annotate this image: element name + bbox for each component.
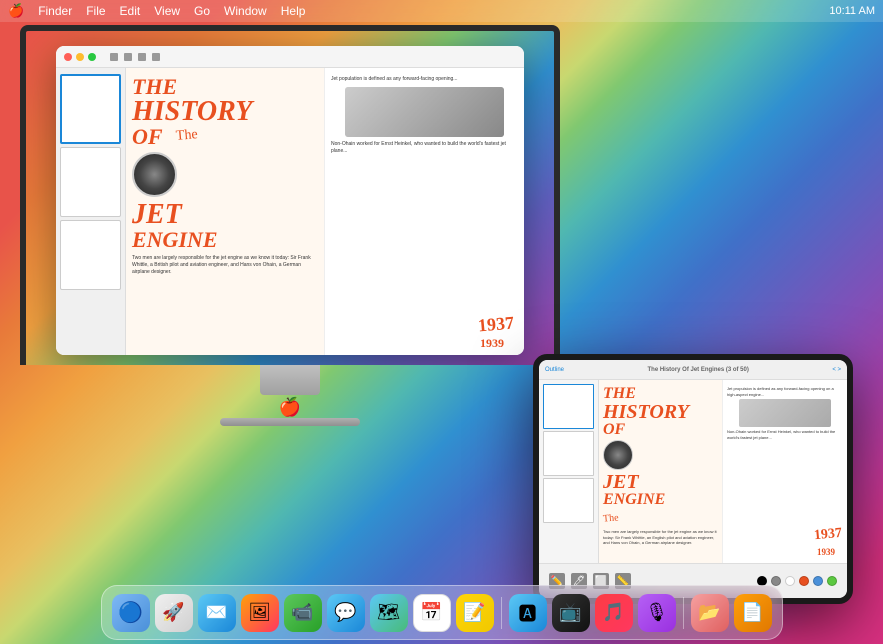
dock-separator [501, 597, 502, 629]
menu-window[interactable]: Window [224, 4, 267, 18]
menu-file[interactable]: File [86, 4, 105, 18]
ipad-frame: Outline The History Of Jet Engines (3 of… [533, 354, 853, 604]
imac-screen: THE HISTORY OF JET ENGINE The Two men ar… [20, 25, 560, 365]
dock-finder[interactable]: 🔵 [112, 594, 150, 632]
ipad-body-text: Two men are largely responsible for the … [603, 529, 718, 546]
menu-go[interactable]: Go [194, 4, 210, 18]
dock-mail[interactable]: ✉️ [198, 594, 236, 632]
doc-toolbar [56, 46, 524, 68]
ipad-nav-outline[interactable]: Outline [545, 367, 564, 373]
imac-base [220, 418, 360, 426]
ipad-airplane-image [739, 399, 832, 427]
ipad-sidebar [539, 380, 599, 563]
magazine-title-jet: JET [132, 201, 318, 229]
ipad-handwritten-annotation: The [603, 512, 619, 524]
doc-main: THE HISTORY OF JET ENGINE The Two men ar… [126, 68, 524, 355]
menu-app-name[interactable]: Finder [38, 4, 72, 18]
magazine-right-page: Jet population is defined as any forward… [325, 68, 524, 355]
ipad-year-1937: 1937 [813, 526, 842, 544]
magazine-right-text-2: Non-Ohain worked for Ernst Heinkel, who … [331, 141, 518, 155]
dock-photos[interactable]: 🖼 [241, 594, 279, 632]
ipad-title-history: HISTORY [603, 402, 718, 422]
maximize-button[interactable] [88, 53, 96, 61]
dock-podcasts[interactable]: 🎙 [638, 594, 676, 632]
minimize-button[interactable] [76, 53, 84, 61]
airplane-image [345, 87, 504, 137]
ipad-content: THE HISTORY OF JET ENGINE The Two men ar… [539, 380, 847, 563]
ipad-title-jet: JET [603, 472, 718, 492]
ipad-page-thumb[interactable] [543, 478, 594, 523]
dock-pages[interactable]: 📄 [734, 594, 772, 632]
dock: 🔵 🚀 ✉️ 🖼 📹 💬 🗺 📅 📝 🅰 📺 🎵 🎙 📂 📄 [101, 585, 783, 640]
toolbar-item [124, 53, 132, 61]
engine-image [132, 152, 177, 197]
dock-maps[interactable]: 🗺 [370, 594, 408, 632]
ipad-title-the: THE [603, 386, 718, 402]
menu-bar-right: 10:11 AM [829, 5, 875, 17]
dock-appstore[interactable]: 🅰 [509, 594, 547, 632]
ipad-screen: Outline The History Of Jet Engines (3 of… [539, 360, 847, 598]
toolbar-tools [110, 53, 160, 61]
page-thumbnail[interactable] [60, 220, 121, 290]
imac-frame: THE HISTORY OF JET ENGINE The Two men ar… [20, 25, 560, 415]
ipad-magazine-right: Jet propulsion is defined as any forward… [723, 380, 847, 563]
magazine-body-text: Two men are largely responsible for the … [132, 255, 318, 276]
dock-notes[interactable]: 📝 [456, 594, 494, 632]
menu-time: 10:11 AM [829, 5, 875, 17]
menu-help[interactable]: Help [281, 4, 306, 18]
dock-facetime[interactable]: 📹 [284, 594, 322, 632]
dock-launchpad[interactable]: 🚀 [155, 594, 193, 632]
imac-stand [260, 365, 320, 395]
color-white[interactable] [785, 576, 795, 586]
magazine-title-the: THE [132, 76, 318, 98]
ipad-nav-arrows[interactable]: < > [832, 367, 841, 373]
handwritten-annotation: The [175, 127, 198, 145]
toolbar-item [138, 53, 146, 61]
dock-finder2[interactable]: 📂 [691, 594, 729, 632]
magazine-right-text: Jet population is defined as any forward… [331, 76, 518, 83]
ipad-title-engine: ENGINE [603, 492, 718, 508]
menu-edit[interactable]: Edit [120, 4, 141, 18]
ipad-magazine-left: THE HISTORY OF JET ENGINE The Two men ar… [599, 380, 723, 563]
magazine-year-1937: 1937 [477, 312, 515, 336]
ipad-year-1939: 1939 [817, 547, 835, 557]
page-thumbnail[interactable] [60, 74, 121, 144]
dock-separator-2 [683, 597, 684, 629]
ipad-toolbar: Outline The History Of Jet Engines (3 of… [539, 360, 847, 380]
menu-bar: 🍎 Finder File Edit View Go Window Help 1… [0, 0, 883, 22]
ipad-engine-image [603, 440, 633, 470]
ipad-title-of: OF [603, 422, 718, 438]
magazine-title-history: HISTORY [132, 98, 318, 126]
document-window[interactable]: THE HISTORY OF JET ENGINE The Two men ar… [56, 46, 524, 355]
ipad-right-body: Jet propulsion is defined as any forward… [727, 386, 843, 397]
magazine-year-1939: 1939 [480, 336, 504, 351]
ipad-page-thumb[interactable] [543, 384, 594, 429]
toolbar-item [110, 53, 118, 61]
color-blue[interactable] [813, 576, 823, 586]
ipad-page-thumb[interactable] [543, 431, 594, 476]
color-gray[interactable] [771, 576, 781, 586]
magazine-title-engine: ENGINE [132, 229, 318, 251]
dock-tv[interactable]: 📺 [552, 594, 590, 632]
dock-messages[interactable]: 💬 [327, 594, 365, 632]
apple-logo-imac: 🍎 [20, 397, 560, 418]
dock-calendar[interactable]: 📅 [413, 594, 451, 632]
dock-music[interactable]: 🎵 [595, 594, 633, 632]
toolbar-item [152, 53, 160, 61]
magazine-left-page: THE HISTORY OF JET ENGINE The Two men ar… [126, 68, 325, 355]
ipad-document-title: The History Of Jet Engines (3 of 50) [564, 367, 832, 373]
color-red[interactable] [799, 576, 809, 586]
page-thumbnail[interactable] [60, 147, 121, 217]
menu-bar-left: 🍎 Finder File Edit View Go Window Help [8, 3, 305, 19]
magazine-title-of: OF [132, 126, 318, 148]
ipad-right-body-2: Non-Ohain worked for Ernst Heinkel, who … [727, 429, 843, 440]
ipad-thumbnails [543, 384, 594, 523]
color-green[interactable] [827, 576, 837, 586]
ipad-main-content: THE HISTORY OF JET ENGINE The Two men ar… [599, 380, 847, 563]
doc-sidebar [56, 68, 126, 355]
close-button[interactable] [64, 53, 72, 61]
apple-menu[interactable]: 🍎 [8, 3, 24, 19]
menu-view[interactable]: View [154, 4, 180, 18]
doc-content: THE HISTORY OF JET ENGINE The Two men ar… [56, 68, 524, 355]
